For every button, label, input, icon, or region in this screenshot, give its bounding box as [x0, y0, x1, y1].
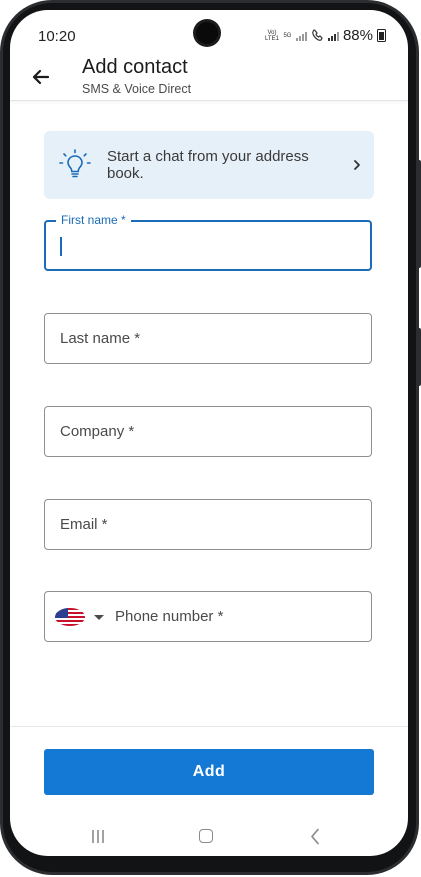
- power-button: [417, 328, 421, 386]
- footer-divider: [10, 726, 408, 727]
- signal-strength-icon: [327, 30, 339, 41]
- front-camera: [196, 22, 218, 44]
- recent-apps-icon[interactable]: [90, 829, 106, 844]
- company-field[interactable]: Company *: [44, 406, 372, 457]
- country-dropdown-icon[interactable]: [94, 615, 104, 620]
- banner-text: Start a chat from your address book.: [107, 148, 309, 182]
- network-indicator: 5G: [283, 32, 292, 39]
- system-navigation-bar: [10, 822, 408, 852]
- volte-indicator: Vo) LTE1: [265, 29, 279, 42]
- lightbulb-icon: [59, 149, 91, 178]
- email-placeholder: Email *: [60, 516, 108, 533]
- add-button[interactable]: Add: [44, 749, 374, 795]
- address-book-banner[interactable]: Start a chat from your address book.: [44, 131, 374, 199]
- phone-number-field[interactable]: Phone number *: [44, 591, 372, 642]
- status-icons: Vo) LTE1 5G 88%: [265, 27, 386, 44]
- signal-icon: [295, 30, 307, 41]
- first-name-field[interactable]: First name *: [44, 213, 372, 271]
- first-name-label: First name *: [56, 213, 131, 227]
- battery-percent: 88%: [342, 27, 373, 44]
- chevron-right-icon: [354, 160, 360, 170]
- last-name-field[interactable]: Last name *: [44, 313, 372, 364]
- phone-number-placeholder: Phone number *: [115, 608, 224, 625]
- email-field[interactable]: Email *: [44, 499, 372, 550]
- battery-icon: [377, 29, 386, 42]
- company-placeholder: Company *: [60, 423, 135, 440]
- app-bar: Add contact SMS & Voice Direct: [10, 54, 408, 101]
- us-flag-icon[interactable]: [55, 608, 85, 626]
- wifi-calling-icon: [312, 29, 323, 41]
- volume-button: [417, 160, 421, 268]
- system-back-icon[interactable]: [310, 828, 320, 845]
- page-subtitle: SMS & Voice Direct: [82, 82, 192, 96]
- page-title: Add contact: [82, 56, 188, 78]
- back-arrow-icon[interactable]: [28, 64, 54, 90]
- screen: 10:20 Vo) LTE1 5G 88% Add contact SMS & …: [10, 10, 408, 856]
- status-time: 10:20: [38, 28, 76, 45]
- home-icon[interactable]: [199, 829, 213, 843]
- last-name-placeholder: Last name *: [60, 330, 141, 347]
- text-cursor: [60, 237, 62, 256]
